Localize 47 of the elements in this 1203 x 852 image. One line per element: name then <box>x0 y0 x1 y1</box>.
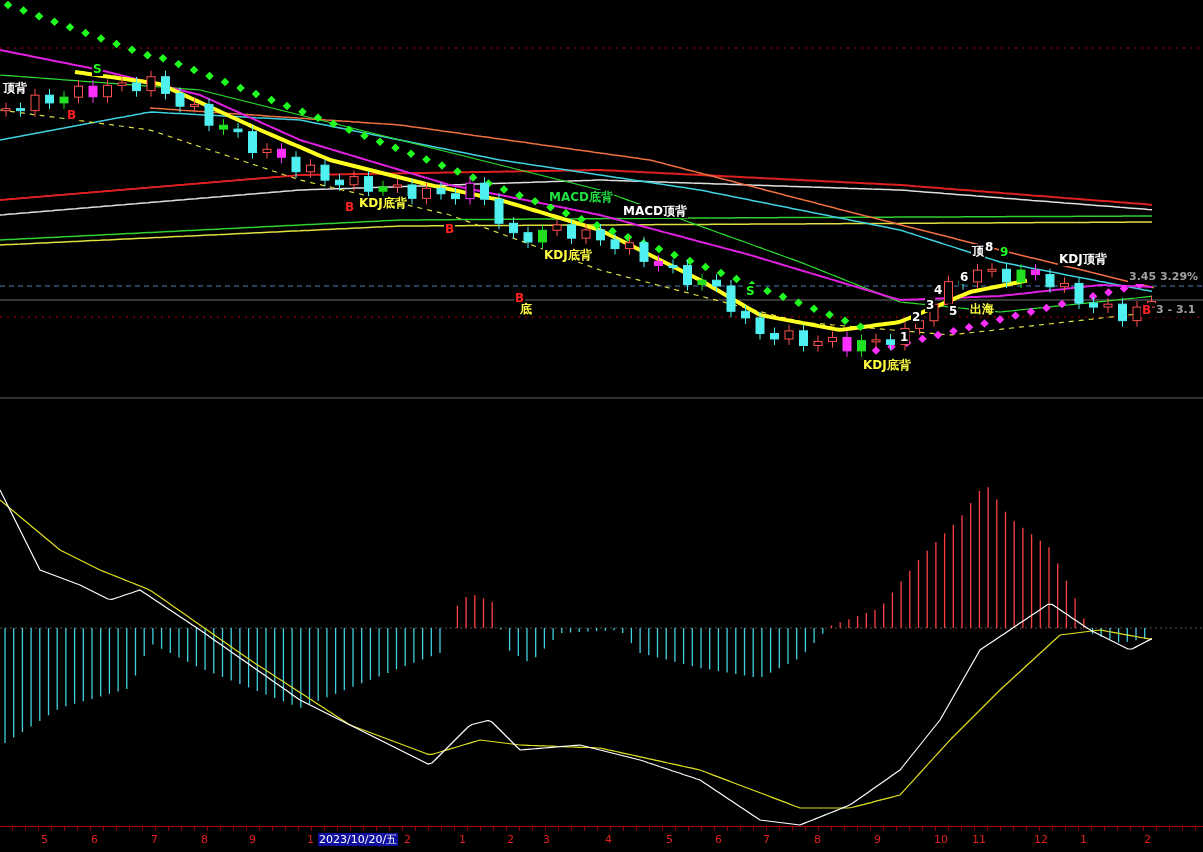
axis-tick-label: 6 <box>90 833 99 846</box>
signal-label: MACD底背 <box>548 190 614 204</box>
axis-tick-label: 6 <box>714 833 723 846</box>
signal-label: 3 - 3.1 <box>1155 303 1197 317</box>
chart-marker-label: B <box>344 200 356 214</box>
chart-marker-label: S <box>745 284 756 298</box>
chart-marker-label: 4 <box>933 283 944 297</box>
axis-tick-label: 11 <box>971 833 987 846</box>
axis-tick-label: 5 <box>665 833 674 846</box>
axis-tick-label: 4 <box>604 833 613 846</box>
chart-marker-label: 顶背 <box>2 81 28 95</box>
axis-tick-label: 9 <box>248 833 257 846</box>
signal-label: KDJ底背 <box>543 248 593 262</box>
signal-label: 3.45 3.29% <box>1128 270 1200 284</box>
chart-marker-label: 1 <box>899 330 910 344</box>
chart-marker-label: B <box>444 222 456 236</box>
axis-tick-label: 7 <box>150 833 159 846</box>
axis-tick-label: 5 <box>40 833 49 846</box>
chart-marker-label: 2 <box>911 310 922 324</box>
signal-label: KDJ顶背 <box>1058 252 1108 266</box>
chart-marker-label: B <box>1141 303 1153 317</box>
axis-tick-label: 12 <box>1033 833 1049 846</box>
axis-tick-label: 2 <box>1143 833 1152 846</box>
chart-marker-label: 8 <box>984 240 995 254</box>
axis-tick-label: 2 <box>403 833 412 846</box>
axis-tick-label: 7 <box>762 833 771 846</box>
axis-tick-label: 10 <box>933 833 949 846</box>
cursor-date-label: 2023/10/20/五 <box>318 833 399 846</box>
signal-label: KDJ底背 <box>862 358 912 372</box>
axis-tick-label: 9 <box>873 833 882 846</box>
axis-tick-label: 8 <box>200 833 209 846</box>
chart-marker-label: 9 <box>999 245 1010 259</box>
axis-tick-label: 1 <box>1079 833 1088 846</box>
axis-tick-label: 1 <box>458 833 467 846</box>
chart-marker-label: S <box>92 62 103 76</box>
chart-marker-label: 3 <box>925 298 936 312</box>
chart-marker-label: 顶 <box>971 244 985 258</box>
chart-marker-label: 出海 <box>969 302 995 316</box>
axis-tick-label: 1 <box>306 833 315 846</box>
chart-marker-label: 5 <box>948 304 959 318</box>
signal-label: KDJ底背 <box>358 196 408 210</box>
chart-marker-label: B <box>66 108 78 122</box>
axis-tick-label: 8 <box>813 833 822 846</box>
chart-marker-label: 6 <box>959 270 970 284</box>
axis-tick-label: 3 <box>542 833 551 846</box>
signal-label: MACD顶背 <box>622 204 688 218</box>
axis-tick-label: 2 <box>506 833 515 846</box>
